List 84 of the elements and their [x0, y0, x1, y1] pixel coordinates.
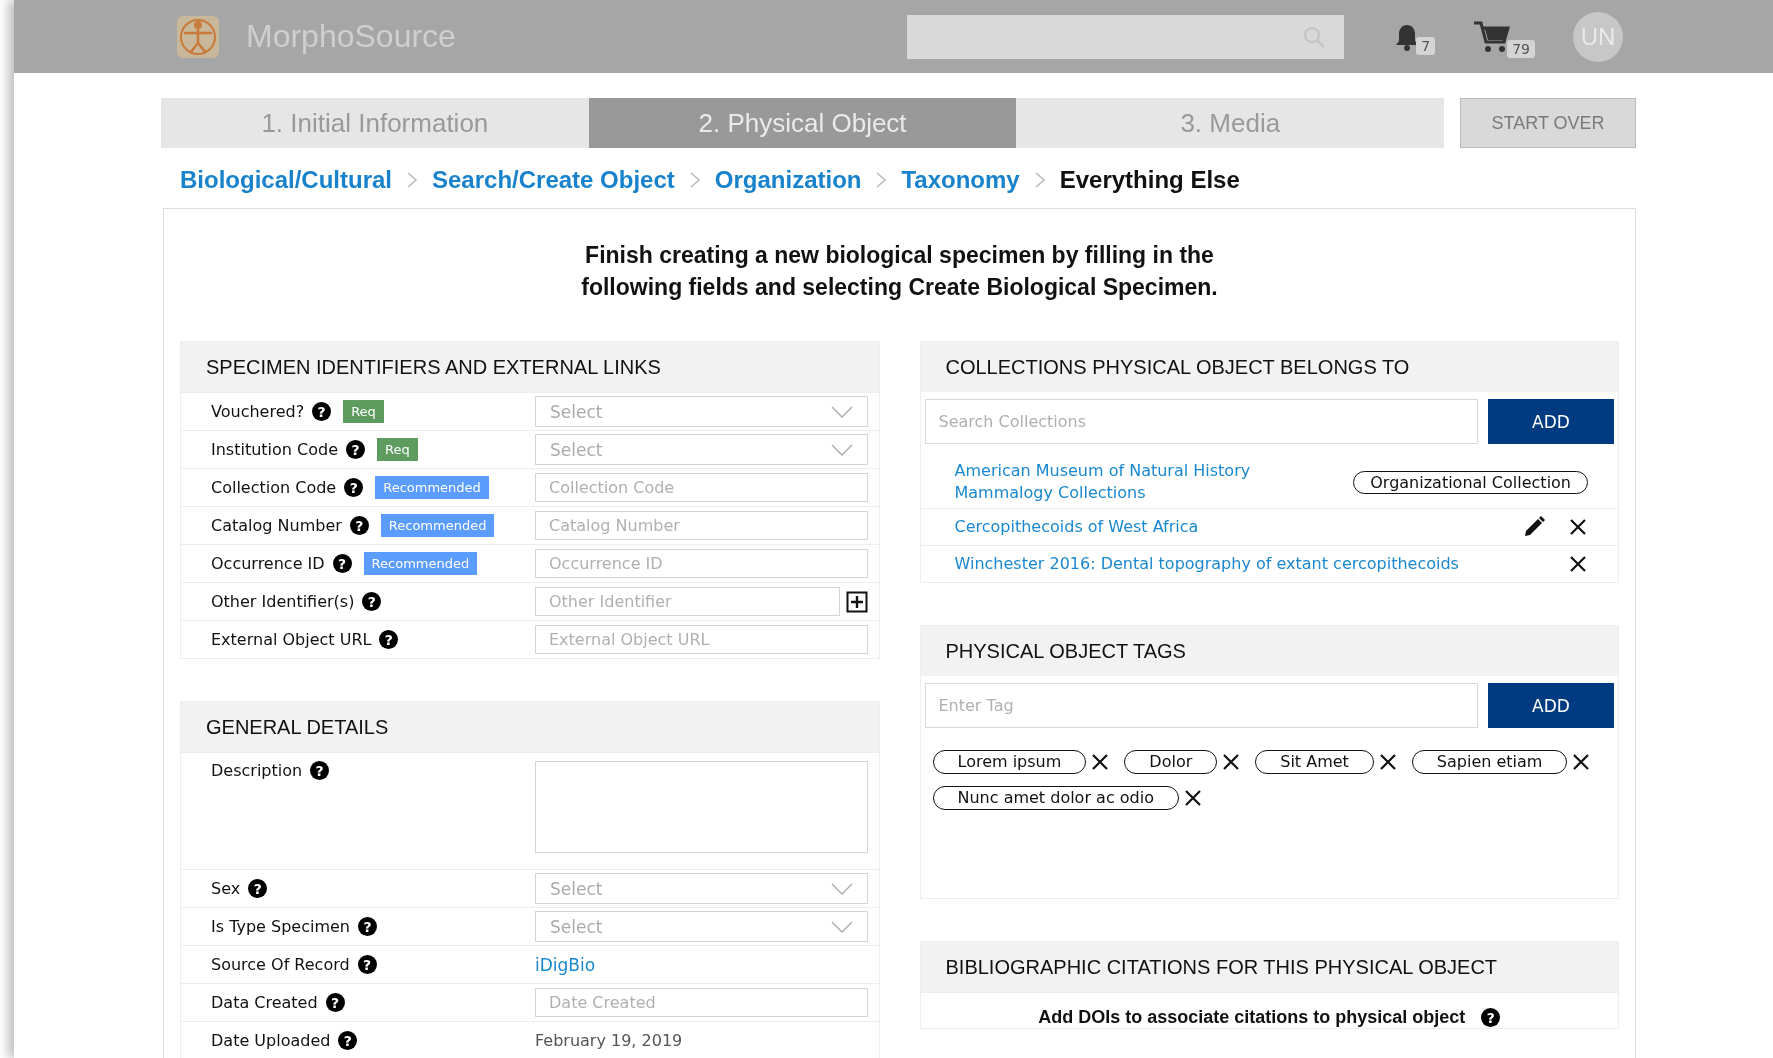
help-icon[interactable]: ?: [357, 955, 377, 974]
section-title: COLLECTIONS PHYSICAL OBJECT BELONGS TO: [920, 342, 1618, 392]
section-title: GENERAL DETAILS: [181, 702, 879, 752]
select-dropdown[interactable]: Select: [535, 434, 868, 465]
requirement-badge: Req: [377, 438, 418, 461]
chevron-right-icon: [875, 170, 888, 190]
add-icon[interactable]: [846, 590, 868, 613]
breadcrumb-link[interactable]: Taxonomy: [901, 166, 1020, 194]
close-icon[interactable]: [1182, 788, 1203, 808]
select-dropdown[interactable]: Select: [535, 396, 868, 427]
chevron-right-icon: [406, 170, 418, 190]
requirement-badge: Recommended: [363, 552, 478, 575]
collection-link[interactable]: American Museum of Natural History Mammalogy Collections: [954, 460, 1265, 504]
start-over-button[interactable]: START OVER: [1460, 98, 1636, 148]
breadcrumb-link[interactable]: Organization: [714, 166, 862, 194]
close-icon[interactable]: [1571, 752, 1592, 772]
input-field[interactable]: Collection Code: [535, 473, 868, 502]
field-label: Source Of Record: [211, 955, 350, 974]
field-label: Other Identifier(s): [211, 592, 355, 611]
intro-text: Finish creating a new biological specimen by filling in the following fields and selecting Create Biological Specimen.: [580, 241, 1219, 302]
section-title: PHYSICAL OBJECT TAGS: [920, 626, 1618, 676]
link[interactable]: iDigBio: [535, 954, 596, 975]
field-value: February 19, 2019: [535, 1031, 683, 1050]
add-button[interactable]: ADD: [1488, 683, 1614, 728]
close-icon[interactable]: [1568, 554, 1588, 574]
field-label: Description: [211, 761, 303, 780]
section-title: SPECIMEN IDENTIFIERS AND EXTERNAL LINKS: [181, 342, 879, 392]
collection-link[interactable]: Cercopithecoids of West Africa: [954, 516, 1199, 538]
select-dropdown[interactable]: Select: [535, 873, 868, 904]
requirement-badge: Recommended: [375, 476, 489, 499]
field-label: Catalog Number: [211, 516, 342, 535]
help-icon[interactable]: ?: [362, 592, 382, 611]
search-field[interactable]: [907, 14, 1345, 59]
input-field[interactable]: Enter Tag: [924, 683, 1478, 728]
section-title: BIBLIOGRAPHIC CITATIONS FOR THIS PHYSICAL OBJECT: [920, 942, 1618, 992]
help-icon[interactable]: ?: [312, 402, 332, 421]
help-icon[interactable]: ?: [357, 917, 377, 936]
field-label: Is Type Specimen: [211, 917, 350, 936]
close-icon[interactable]: [1221, 752, 1242, 772]
field-label: Institution Code: [211, 440, 339, 459]
help-icon[interactable]: ?: [310, 761, 330, 780]
input-field[interactable]: External Object URL: [535, 625, 868, 654]
close-icon[interactable]: [1568, 517, 1588, 537]
field-label: Data Created: [211, 993, 318, 1012]
collection-link[interactable]: Winchester 2016: Dental topography of extant cercopithecoids: [954, 553, 1459, 575]
help-icon[interactable]: ?: [1481, 1008, 1501, 1027]
requirement-badge: Recommended: [380, 514, 495, 537]
citation-prompt: Add DOIs to associate citations to physical object: [1038, 1007, 1466, 1028]
pencil-icon[interactable]: [1522, 515, 1546, 539]
step-tab[interactable]: 2. Physical Object: [588, 98, 1017, 148]
field-label: Occurrence ID: [211, 554, 325, 573]
field-label: Vouchered?: [211, 402, 305, 421]
breadcrumb-link[interactable]: Search/Create Object: [432, 166, 675, 194]
input-field[interactable]: Search Collections: [924, 399, 1478, 444]
help-icon[interactable]: ?: [349, 516, 369, 535]
help-icon[interactable]: ?: [379, 630, 399, 649]
field-label: Collection Code: [211, 478, 337, 497]
input-field[interactable]: Occurrence ID: [535, 549, 868, 578]
step-tab[interactable]: 1. Initial Information: [161, 98, 589, 148]
help-icon[interactable]: ?: [344, 478, 364, 497]
chevron-right-icon: [688, 170, 701, 190]
close-icon[interactable]: [1090, 752, 1111, 772]
chevron-right-icon: [1033, 170, 1046, 190]
help-icon[interactable]: ?: [325, 993, 345, 1012]
close-icon[interactable]: [1377, 752, 1398, 772]
help-icon[interactable]: ?: [248, 879, 268, 898]
field-label: Sex: [211, 879, 241, 898]
input-field[interactable]: Other Identifier: [535, 587, 840, 616]
input-field[interactable]: Date Created: [535, 988, 868, 1017]
add-button[interactable]: ADD: [1488, 399, 1614, 444]
help-icon[interactable]: ?: [332, 554, 352, 573]
step-tab[interactable]: 3. Media: [1016, 98, 1445, 148]
cart-icon[interactable]: [1473, 19, 1512, 54]
input-field[interactable]: Catalog Number: [535, 511, 868, 540]
cart-count: 79: [1507, 39, 1535, 58]
help-icon[interactable]: ?: [346, 440, 366, 459]
field-label: External Object URL: [211, 630, 372, 649]
notification-count: 7: [1416, 36, 1436, 55]
help-icon[interactable]: ?: [338, 1031, 358, 1050]
field-label: Date Uploaded: [211, 1031, 331, 1050]
select-dropdown[interactable]: Select: [535, 911, 868, 942]
requirement-badge: Req: [343, 400, 384, 423]
breadcrumb-link[interactable]: Biological/Cultural: [180, 166, 392, 194]
breadcrumb-current: Everything Else: [1059, 166, 1240, 194]
